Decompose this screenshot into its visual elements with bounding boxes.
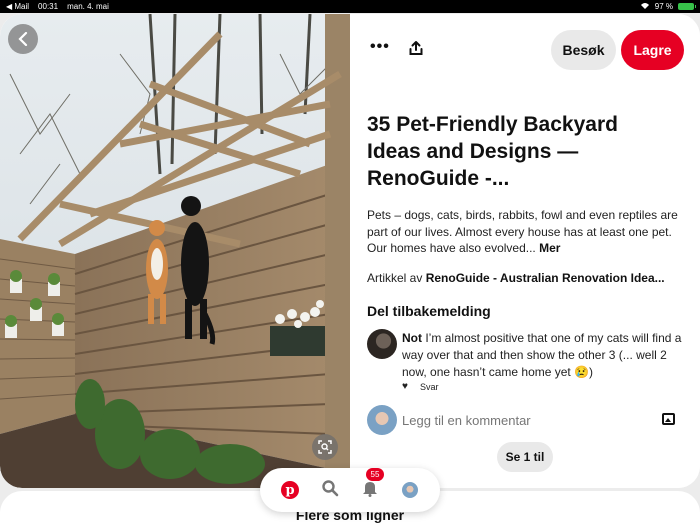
battery-percent: 97 % — [654, 2, 673, 11]
heart-icon[interactable]: ♥ — [402, 381, 408, 392]
status-time: 00:31 — [38, 2, 59, 11]
comment: Not I’m almost positive that one of my c… — [402, 330, 690, 381]
user-avatar — [367, 405, 397, 435]
read-more-link[interactable]: Mer — [539, 241, 560, 255]
battery-icon — [678, 3, 696, 10]
more-icon: ••• — [370, 38, 390, 55]
pin-description-text: Pets – dogs, cats, birds, rabbits, fowl … — [367, 208, 678, 255]
status-date: man. 4. mai — [67, 2, 109, 11]
status-bar: ◀ Mail 00:31 man. 4. mai 97 % — [0, 0, 700, 13]
bottom-nav: p 55 — [260, 468, 440, 512]
visit-button[interactable]: Besøk — [551, 30, 616, 70]
commenter-avatar[interactable] — [367, 329, 397, 359]
wifi-icon — [640, 2, 650, 12]
comment-author[interactable]: Not — [402, 331, 422, 345]
profile-avatar — [402, 482, 418, 498]
back-to-app-link[interactable]: ◀ Mail — [6, 2, 29, 11]
nav-notifications[interactable]: 55 — [358, 468, 384, 502]
nav-profile[interactable] — [398, 478, 422, 502]
add-comment-input[interactable]: Legg til en kommentar — [402, 413, 531, 428]
pin-description: Pets – dogs, cats, birds, rabbits, fowl … — [367, 207, 689, 257]
source-link[interactable]: RenoGuide - Australian Renovation Idea..… — [426, 271, 665, 285]
source-prefix: Artikkel av — [367, 271, 423, 285]
notifications-badge: 55 — [366, 468, 384, 481]
pin-closeup-card: ••• Besøk Lagre 35 Pet-Friendly Backyard… — [0, 14, 700, 488]
chevron-left-icon — [17, 32, 29, 46]
share-button[interactable] — [408, 40, 424, 56]
comment-body: I’m almost positive that one of my cats … — [402, 331, 682, 379]
reply-button[interactable]: Svar — [420, 382, 439, 392]
pin-source: Artikkel av RenoGuide - Australian Renov… — [367, 271, 692, 285]
feedback-heading: Del tilbakemelding — [367, 303, 491, 319]
nav-home[interactable]: p — [278, 478, 302, 502]
save-button[interactable]: Lagre — [621, 30, 684, 70]
search-icon — [321, 479, 339, 502]
nav-search[interactable] — [318, 478, 342, 502]
bell-icon — [361, 479, 379, 502]
share-icon — [408, 41, 424, 60]
back-button[interactable] — [8, 24, 38, 54]
pin-image[interactable] — [0, 14, 350, 488]
visual-search-icon — [318, 440, 332, 454]
visual-search-button[interactable] — [312, 434, 338, 460]
see-more-comments-button[interactable]: Se 1 til — [497, 442, 553, 472]
pin-title: 35 Pet-Friendly Backyard Ideas and Desig… — [367, 113, 618, 190]
comment-actions: ♥ Svar — [402, 381, 438, 392]
image-icon[interactable] — [662, 413, 675, 425]
more-options-button[interactable]: ••• — [370, 38, 390, 56]
pinterest-logo-icon: p — [281, 481, 299, 499]
pin-details-panel: ••• Besøk Lagre 35 Pet-Friendly Backyard… — [350, 14, 700, 488]
